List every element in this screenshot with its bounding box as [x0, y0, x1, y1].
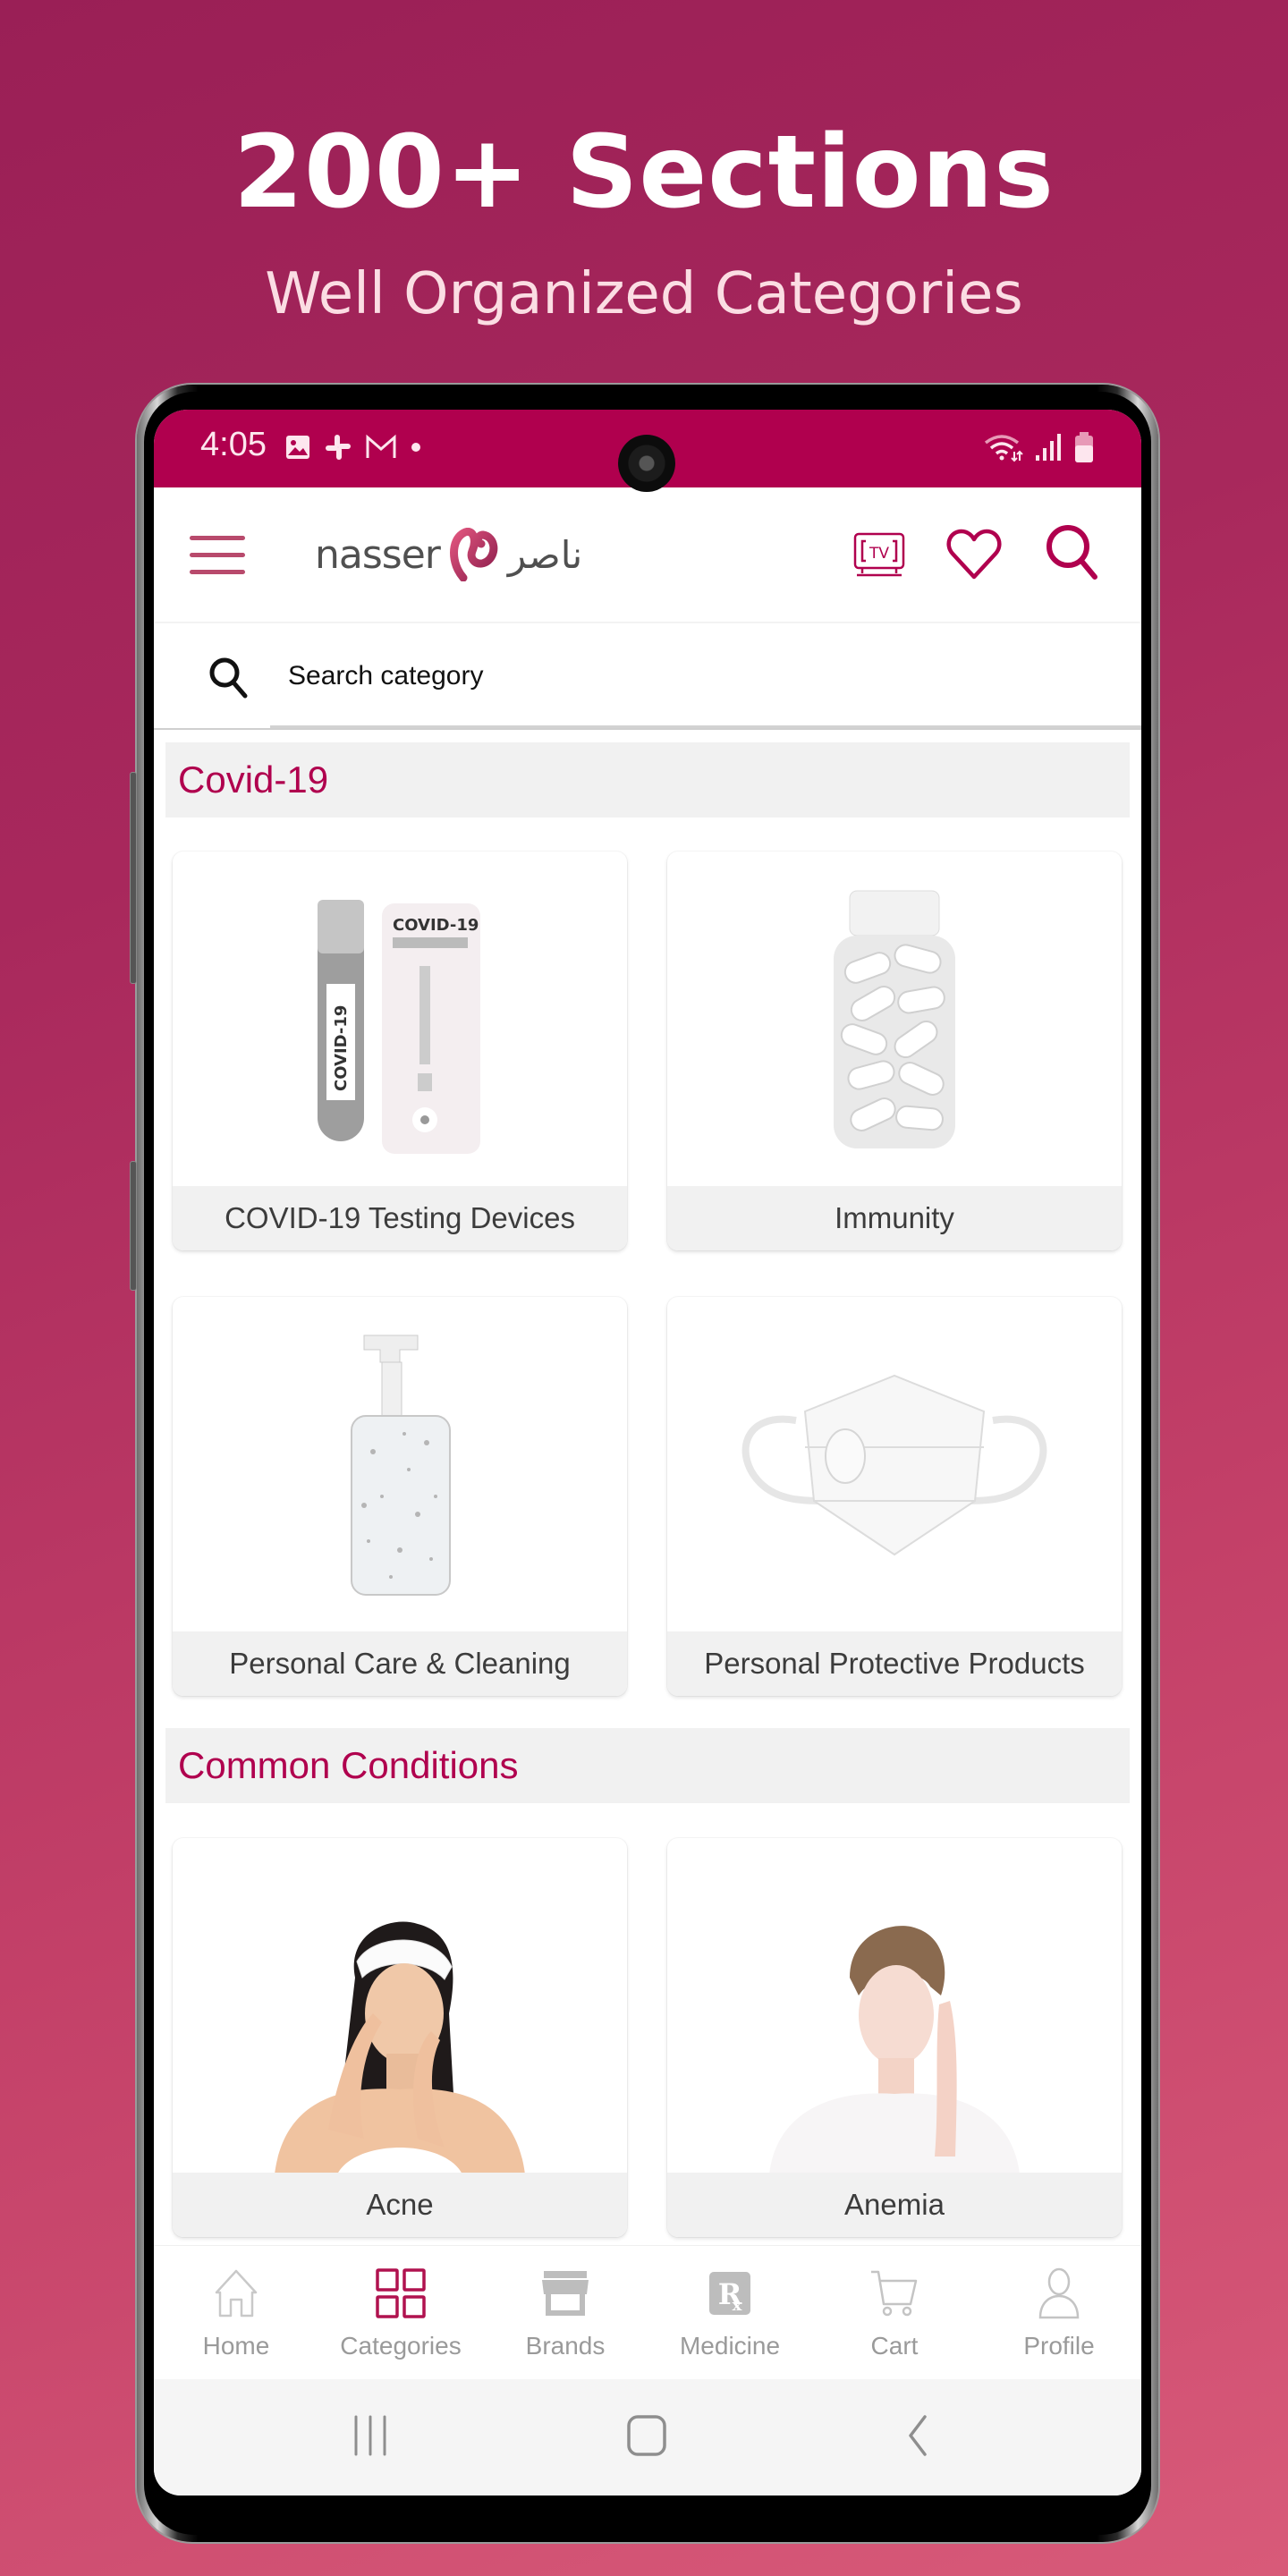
category-card-protective[interactable]: Personal Protective Products [667, 1297, 1122, 1696]
tv-label: TV [869, 545, 889, 563]
search-divider [154, 728, 1141, 730]
dot-icon [411, 443, 420, 452]
gallery-icon [286, 436, 309, 459]
category-label: COVID-19 Testing Devices [173, 1186, 627, 1250]
woman-headache-icon [769, 1926, 1020, 2174]
pill-bottle-image [667, 852, 1122, 1188]
hamburger-line [190, 570, 245, 574]
promo-title: 200+ Sections [233, 114, 1055, 231]
header-search-button[interactable] [1045, 523, 1100, 587]
category-search-button[interactable] [208, 656, 250, 705]
recent-apps-icon [354, 2415, 386, 2456]
bottom-nav: Home Categories Brands R x Medicine Cart… [154, 2245, 1141, 2379]
category-search [154, 623, 1141, 728]
covid-test-kit-icon: COVID-19 COVID-19 [318, 900, 480, 1154]
category-label: Anemia [667, 2173, 1122, 2237]
search-icon [1046, 525, 1097, 580]
system-nav-bar [154, 2379, 1141, 2496]
category-card-acne[interactable]: Acne [173, 1838, 627, 2237]
nav-label: Categories [340, 2332, 462, 2360]
nav-label: Home [202, 2332, 270, 2360]
status-bar: 4:05 [154, 410, 1141, 492]
home-circle-icon [627, 2415, 666, 2456]
woman-acne-icon [275, 1921, 525, 2174]
nav-label: Brands [525, 2332, 606, 2360]
promo-subtitle: Well Organized Categories [265, 261, 1023, 327]
rx-icon: R x [709, 2272, 750, 2315]
logo-mark-icon [449, 528, 498, 581]
back-button[interactable] [902, 2413, 932, 2462]
nav-profile[interactable]: Profile [977, 2246, 1141, 2379]
wishlist-button[interactable] [946, 529, 1002, 585]
nav-categories[interactable]: Categories [318, 2246, 483, 2379]
logo-text-en: nasser [315, 531, 441, 578]
logo-text-ar: ناصر [507, 532, 583, 577]
category-card-personal-care[interactable]: Personal Care & Cleaning [173, 1297, 627, 1696]
grid-icon [376, 2268, 426, 2318]
nav-label: Cart [870, 2332, 919, 2360]
app-screen: 4:05 nasser ناصر TV Search category Covi… [154, 410, 1141, 2496]
nav-label: Profile [1023, 2332, 1095, 2360]
search-icon [209, 657, 248, 699]
recent-apps-button[interactable] [351, 2413, 390, 2462]
category-card-anemia[interactable]: Anemia [667, 1838, 1122, 2237]
store-icon [542, 2271, 589, 2316]
sanitizer-bottle-icon [351, 1335, 451, 1596]
section-header-common-conditions: Common Conditions [165, 1728, 1130, 1803]
gmail-icon [366, 434, 396, 458]
hamburger-icon [190, 536, 245, 540]
slack-icon [326, 435, 351, 460]
svg-text:COVID-19: COVID-19 [393, 916, 479, 935]
nav-label: Medicine [679, 2332, 781, 2360]
nav-home[interactable]: Home [154, 2246, 318, 2379]
nav-brands[interactable]: Brands [483, 2246, 648, 2379]
battery-icon [1075, 432, 1093, 462]
nasser-logo[interactable]: nasser ناصر [315, 523, 582, 586]
back-icon [909, 2415, 927, 2456]
cart-icon [871, 2270, 918, 2317]
svg-text:x: x [733, 2296, 742, 2315]
category-search-input[interactable] [288, 645, 1004, 708]
nav-medicine[interactable]: R x Medicine [648, 2246, 812, 2379]
category-label: Immunity [667, 1186, 1122, 1250]
heart-icon [946, 529, 1002, 580]
category-label: Acne [173, 2173, 627, 2237]
category-card-covid-testing[interactable]: COVID-19 COVID-19 COVID-19 Testing Devic… [173, 852, 627, 1250]
nav-cart[interactable]: Cart [812, 2246, 977, 2379]
home-system-button[interactable] [625, 2413, 668, 2462]
status-time: 4:05 [200, 426, 267, 463]
front-camera [618, 435, 675, 492]
woman-headache-image [667, 1838, 1122, 2174]
section-header-covid-19: Covid-19 [165, 742, 1130, 818]
covid-test-kit-image: COVID-19 COVID-19 [173, 852, 627, 1188]
category-card-immunity[interactable]: Immunity [667, 852, 1122, 1250]
tv-icon: TV [853, 532, 905, 577]
menu-button[interactable] [190, 536, 245, 575]
category-label: Personal Protective Products [667, 1631, 1122, 1696]
face-mask-image [667, 1297, 1122, 1633]
sanitizer-bottle-image [173, 1297, 627, 1633]
pill-bottle-icon [834, 890, 955, 1148]
woman-acne-image [173, 1838, 627, 2174]
profile-icon [1038, 2267, 1080, 2319]
category-label: Personal Care & Cleaning [173, 1631, 627, 1696]
wifi-icon [984, 435, 1023, 462]
svg-text:COVID-19: COVID-19 [332, 1005, 351, 1091]
tv-button[interactable]: TV [853, 532, 905, 583]
home-icon [215, 2269, 258, 2318]
hamburger-line [190, 553, 245, 557]
signal-icon [1036, 434, 1061, 461]
phone-volume-button [130, 772, 137, 984]
app-header: nasser ناصر TV [154, 487, 1141, 622]
face-mask-icon [741, 1374, 1047, 1556]
phone-side-button [130, 1161, 137, 1291]
